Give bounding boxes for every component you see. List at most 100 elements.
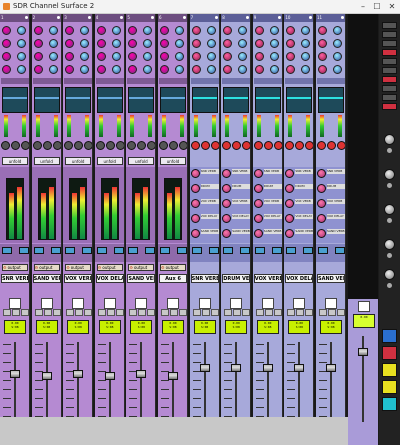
rotary-knob[interactable] bbox=[175, 52, 184, 61]
select-button[interactable] bbox=[72, 298, 85, 309]
send-knob[interactable] bbox=[222, 229, 232, 238]
small-knob[interactable] bbox=[1, 141, 10, 150]
unfold-button[interactable]: unfold bbox=[65, 157, 92, 165]
route-button[interactable] bbox=[208, 247, 219, 254]
talk-button[interactable] bbox=[65, 247, 76, 254]
send-knob[interactable] bbox=[190, 214, 200, 223]
record-button[interactable] bbox=[179, 309, 187, 316]
rotary-knob[interactable] bbox=[286, 52, 296, 61]
solo-button[interactable] bbox=[75, 309, 84, 316]
rotary-knob[interactable] bbox=[111, 52, 121, 61]
rotary-knob[interactable] bbox=[254, 65, 264, 74]
rotary-knob[interactable] bbox=[33, 52, 43, 61]
rotary-knob[interactable] bbox=[269, 65, 279, 74]
rotary-knob[interactable] bbox=[175, 65, 184, 74]
panel-dial[interactable] bbox=[384, 204, 395, 215]
panel-button[interactable] bbox=[382, 85, 397, 92]
rotary-knob[interactable] bbox=[175, 39, 184, 48]
small-knob[interactable] bbox=[337, 141, 345, 150]
rotary-knob[interactable] bbox=[143, 26, 153, 35]
small-knob[interactable] bbox=[21, 141, 29, 150]
panel-dial[interactable] bbox=[384, 239, 395, 250]
rotary-knob[interactable] bbox=[318, 52, 327, 61]
send-knob[interactable] bbox=[285, 214, 295, 223]
solo-button[interactable] bbox=[233, 309, 242, 316]
rotary-knob[interactable] bbox=[160, 26, 169, 35]
send-knob[interactable] bbox=[222, 184, 232, 193]
route-button[interactable] bbox=[177, 247, 187, 254]
mute-button[interactable] bbox=[34, 309, 43, 316]
record-button[interactable] bbox=[84, 309, 93, 316]
select-button[interactable] bbox=[135, 298, 148, 309]
small-knob[interactable] bbox=[285, 141, 295, 150]
rotary-knob[interactable] bbox=[33, 26, 43, 35]
rotary-knob[interactable] bbox=[128, 52, 138, 61]
panel-button[interactable] bbox=[382, 49, 397, 56]
mute-button[interactable] bbox=[192, 309, 201, 316]
rotary-knob[interactable] bbox=[160, 52, 169, 61]
send-knob[interactable] bbox=[253, 184, 263, 193]
small-knob[interactable] bbox=[222, 141, 232, 150]
rotary-knob[interactable] bbox=[269, 39, 279, 48]
channel-fader[interactable] bbox=[10, 370, 20, 379]
select-button[interactable] bbox=[325, 298, 337, 309]
channel-fader[interactable] bbox=[294, 364, 305, 372]
send-knob[interactable] bbox=[190, 229, 200, 238]
rotary-knob[interactable] bbox=[333, 39, 342, 48]
bypass-bar[interactable] bbox=[32, 78, 61, 84]
record-button[interactable] bbox=[147, 309, 156, 316]
small-knob[interactable] bbox=[190, 141, 200, 150]
unfold-button[interactable]: unfold bbox=[128, 157, 155, 165]
channel-name[interactable]: SAND VERB bbox=[32, 274, 61, 283]
small-knob[interactable] bbox=[305, 141, 314, 150]
solo-button[interactable] bbox=[12, 309, 20, 316]
rotary-knob[interactable] bbox=[111, 26, 121, 35]
rotary-knob[interactable] bbox=[143, 39, 153, 48]
unfold-button[interactable]: unfold bbox=[33, 157, 60, 165]
small-knob[interactable] bbox=[11, 141, 20, 150]
bypass-bar[interactable] bbox=[159, 78, 187, 84]
select-button[interactable] bbox=[167, 298, 179, 309]
panel-button[interactable] bbox=[382, 103, 397, 110]
route-button[interactable] bbox=[240, 247, 251, 254]
send-knob[interactable] bbox=[190, 169, 200, 178]
eq-display[interactable] bbox=[128, 87, 155, 113]
rotary-knob[interactable] bbox=[65, 65, 75, 74]
mute-button[interactable] bbox=[319, 309, 327, 316]
route-button[interactable] bbox=[145, 247, 156, 254]
panel-dial[interactable] bbox=[384, 269, 395, 280]
solo-button[interactable] bbox=[264, 309, 273, 316]
select-button[interactable] bbox=[103, 298, 116, 309]
channel-fader[interactable] bbox=[199, 364, 210, 372]
master-select-button[interactable] bbox=[358, 301, 370, 312]
rotary-knob[interactable] bbox=[318, 65, 327, 74]
channel-name[interactable]: VOX DELAY bbox=[95, 274, 124, 283]
bypass-bar[interactable] bbox=[253, 78, 282, 84]
rotary-knob[interactable] bbox=[96, 65, 106, 74]
rotary-knob[interactable] bbox=[80, 52, 90, 61]
rotary-knob[interactable] bbox=[318, 39, 327, 48]
red-button[interactable] bbox=[382, 346, 397, 360]
channel-name[interactable]: SNR VERB bbox=[1, 274, 29, 283]
rotary-knob[interactable] bbox=[65, 26, 75, 35]
channel-fader[interactable] bbox=[41, 372, 52, 380]
send-knob[interactable] bbox=[317, 169, 326, 178]
small-knob[interactable] bbox=[32, 141, 42, 150]
rotary-knob[interactable] bbox=[2, 52, 11, 61]
rotary-knob[interactable] bbox=[128, 26, 138, 35]
output-selector[interactable]: ⚙output bbox=[65, 264, 92, 271]
mute-button[interactable] bbox=[3, 309, 11, 316]
rotary-knob[interactable] bbox=[206, 65, 216, 74]
rotary-knob[interactable] bbox=[191, 52, 201, 61]
rotary-knob[interactable] bbox=[175, 26, 184, 35]
channel-fader[interactable] bbox=[168, 372, 178, 380]
mute-button[interactable] bbox=[287, 309, 296, 316]
solo-button[interactable] bbox=[138, 309, 147, 316]
output-selector[interactable]: ⚙output bbox=[96, 264, 123, 271]
rotary-knob[interactable] bbox=[223, 39, 233, 48]
channel-name[interactable]: VOX DELAY bbox=[285, 274, 314, 283]
rotary-knob[interactable] bbox=[33, 39, 43, 48]
mute-button[interactable] bbox=[161, 309, 169, 316]
cyan-button[interactable] bbox=[382, 397, 397, 411]
send-knob[interactable] bbox=[253, 169, 263, 178]
